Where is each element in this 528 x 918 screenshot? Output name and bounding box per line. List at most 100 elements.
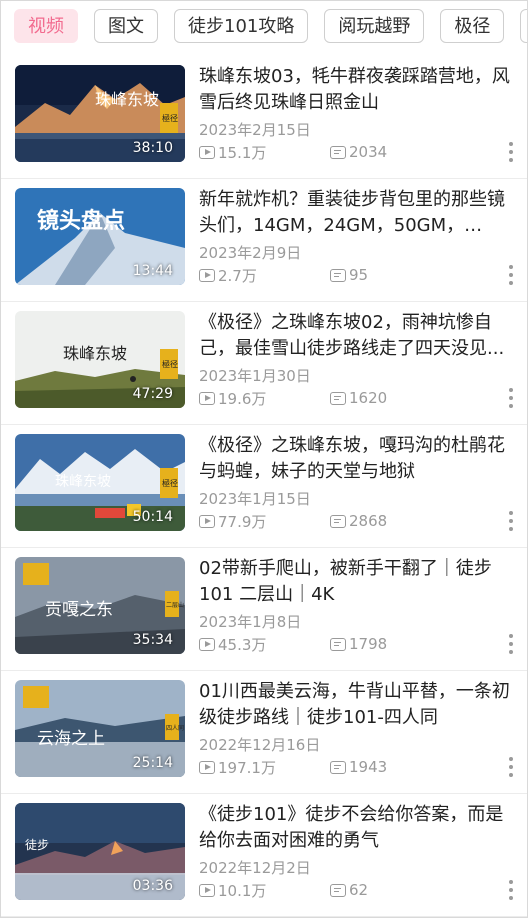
danmaku-count: 95 [330, 266, 368, 284]
video-list: 珠峰东坡 極径 38:10 珠峰东坡03，牦牛群夜袭踩踏营地，风雪后终见珠峰日照… [1, 56, 527, 917]
more-vertical-icon[interactable] [509, 265, 513, 285]
thumb-calligraphy: 云海之上 [37, 729, 105, 749]
play-icon [199, 760, 215, 774]
danmaku-count-value: 1620 [349, 389, 388, 407]
view-count: 15.1万 [199, 142, 330, 163]
danmaku-count-value: 1943 [349, 758, 388, 776]
more-vertical-icon[interactable] [509, 142, 513, 162]
video-item[interactable]: 贡嘎之东 二层山 35:34 02带新手爬山，被新手干翻了｜徒步101 二层山｜… [1, 548, 527, 671]
danmaku-count: 1798 [330, 635, 387, 653]
video-stats: 15.1万 2034 [199, 141, 387, 163]
video-duration: 13:44 [132, 263, 173, 279]
video-stats: 2.7万 95 [199, 264, 368, 286]
danmaku-count-value: 2868 [349, 512, 388, 530]
tab-jijing[interactable]: 极径 [440, 9, 505, 43]
video-date: 2023年2月15日 [199, 121, 311, 139]
danmaku-count: 1943 [330, 758, 387, 776]
thumb-calligraphy: 珠峰东坡 [63, 344, 127, 363]
video-stats: 45.3万 1798 [199, 633, 387, 655]
thumb-title-text: 镜头盘点 [37, 208, 125, 234]
danmaku-count-value: 62 [349, 881, 369, 899]
video-stats: 197.1万 1943 [199, 756, 387, 778]
video-title[interactable]: 01川西最美云海，牛背山平替，一条初级徒步路线｜徒步101-四人同 [199, 679, 515, 731]
video-duration: 50:14 [132, 509, 173, 525]
video-thumbnail[interactable]: 镜头盘点 13:44 [15, 188, 185, 285]
video-item[interactable]: 珠峰东坡 極径 50:14 《极径》之珠峰东坡，嘎玛沟的杜鹃花与蚂蝗，妹子的天堂… [1, 425, 527, 548]
view-count-value: 10.1万 [218, 881, 267, 900]
view-count: 77.9万 [199, 511, 330, 532]
play-icon [199, 637, 215, 651]
thumb-calligraphy: 贡嘎之东 [45, 600, 113, 620]
thumb-calligraphy: 徒步 [25, 838, 49, 852]
view-count-value: 2.7万 [218, 266, 257, 285]
video-stats: 19.6万 1620 [199, 387, 387, 409]
danmaku-icon [330, 883, 346, 897]
video-date: 2023年2月9日 [199, 244, 302, 262]
danmaku-count: 1620 [330, 389, 387, 407]
video-thumbnail[interactable]: 珠峰东坡 極径 38:10 [15, 65, 185, 162]
video-title[interactable]: 《极径》之珠峰东坡，嘎玛沟的杜鹃花与蚂蝗，妹子的天堂与地狱 [199, 433, 515, 485]
tab-hiking-truncated[interactable]: 徒 [520, 9, 527, 43]
video-title[interactable]: 珠峰东坡03，牦牛群夜袭踩踏营地，风雪后终见珠峰日照金山 [199, 64, 515, 116]
video-item[interactable]: 镜头盘点 13:44 新年就炸机？重装徒步背包里的那些镜头们，14GM，24GM… [1, 179, 527, 302]
category-tabs: 视频 图文 徒步101攻略 阅玩越野 极径 徒 [1, 1, 527, 51]
danmaku-icon [330, 760, 346, 774]
thumb-badge: 極径 [162, 359, 178, 369]
video-date: 2023年1月30日 [199, 367, 311, 385]
video-title[interactable]: 新年就炸机？重装徒步背包里的那些镜头们，14GM，24GM，50GM，2470.… [199, 187, 515, 239]
view-count: 19.6万 [199, 388, 330, 409]
video-item[interactable]: 珠峰东坡 極径 47:29 《极径》之珠峰东坡02，雨神坑惨自己，最佳雪山徒步路… [1, 302, 527, 425]
video-item[interactable]: 徒步 03:36 《徒步101》徒步不会给你答案，而是给你去面对困难的勇气 20… [1, 794, 527, 917]
tab-hiking-101-guide[interactable]: 徒步101攻略 [174, 9, 309, 43]
video-thumbnail[interactable]: 云海之上 四人同 25:14 [15, 680, 185, 777]
thumb-badge: 二层山 [166, 601, 184, 609]
danmaku-icon [330, 145, 346, 159]
video-thumbnail[interactable]: 珠峰东坡 極径 50:14 [15, 434, 185, 531]
danmaku-icon [330, 514, 346, 528]
video-item[interactable]: 云海之上 四人同 25:14 01川西最美云海，牛背山平替，一条初级徒步路线｜徒… [1, 671, 527, 794]
danmaku-icon [330, 268, 346, 282]
tab-video[interactable]: 视频 [14, 9, 78, 43]
tab-offroad[interactable]: 阅玩越野 [324, 9, 425, 43]
video-item[interactable]: 珠峰东坡 極径 38:10 珠峰东坡03，牦牛群夜袭踩踏营地，风雪后终见珠峰日照… [1, 56, 527, 179]
video-stats: 10.1万 62 [199, 879, 368, 901]
danmaku-count: 2034 [330, 143, 387, 161]
play-icon [199, 883, 215, 897]
view-count: 10.1万 [199, 880, 330, 901]
more-vertical-icon[interactable] [509, 757, 513, 777]
thumb-calligraphy: 珠峰东坡 [55, 474, 111, 490]
video-date: 2022年12月2日 [199, 859, 311, 877]
play-icon [199, 391, 215, 405]
video-duration: 35:34 [132, 632, 173, 648]
video-duration: 03:36 [132, 878, 173, 894]
video-date: 2022年12月16日 [199, 736, 321, 754]
video-title[interactable]: 《极径》之珠峰东坡02，雨神坑惨自己，最佳雪山徒步路线走了四天没见... [199, 310, 515, 362]
video-duration: 25:14 [132, 755, 173, 771]
video-duration: 38:10 [132, 140, 173, 156]
danmaku-count: 2868 [330, 512, 387, 530]
video-title[interactable]: 02带新手爬山，被新手干翻了｜徒步101 二层山｜4K [199, 556, 515, 608]
thumb-badge: 四人同 [166, 725, 184, 732]
play-icon [199, 514, 215, 528]
view-count-value: 77.9万 [218, 512, 267, 531]
video-thumbnail[interactable]: 珠峰东坡 極径 47:29 [15, 311, 185, 408]
video-title[interactable]: 《徒步101》徒步不会给你答案，而是给你去面对困难的勇气 [199, 802, 515, 854]
thumb-calligraphy: 珠峰东坡 [95, 90, 159, 109]
video-thumbnail[interactable]: 贡嘎之东 二层山 35:34 [15, 557, 185, 654]
video-duration: 47:29 [132, 386, 173, 402]
more-vertical-icon[interactable] [509, 511, 513, 531]
more-vertical-icon[interactable] [509, 634, 513, 654]
view-count-value: 45.3万 [218, 635, 267, 654]
more-vertical-icon[interactable] [509, 388, 513, 408]
thumb-badge: 極径 [162, 478, 178, 488]
danmaku-icon [330, 637, 346, 651]
video-thumbnail[interactable]: 徒步 03:36 [15, 803, 185, 900]
more-vertical-icon[interactable] [509, 880, 513, 900]
play-icon [199, 145, 215, 159]
app-frame: 视频 图文 徒步101攻略 阅玩越野 极径 徒 珠峰东坡 極径 [0, 0, 528, 918]
tab-graphic[interactable]: 图文 [94, 9, 158, 43]
danmaku-icon [330, 391, 346, 405]
thumb-badge: 極径 [162, 113, 178, 123]
video-date: 2023年1月15日 [199, 490, 311, 508]
danmaku-count-value: 2034 [349, 143, 388, 161]
